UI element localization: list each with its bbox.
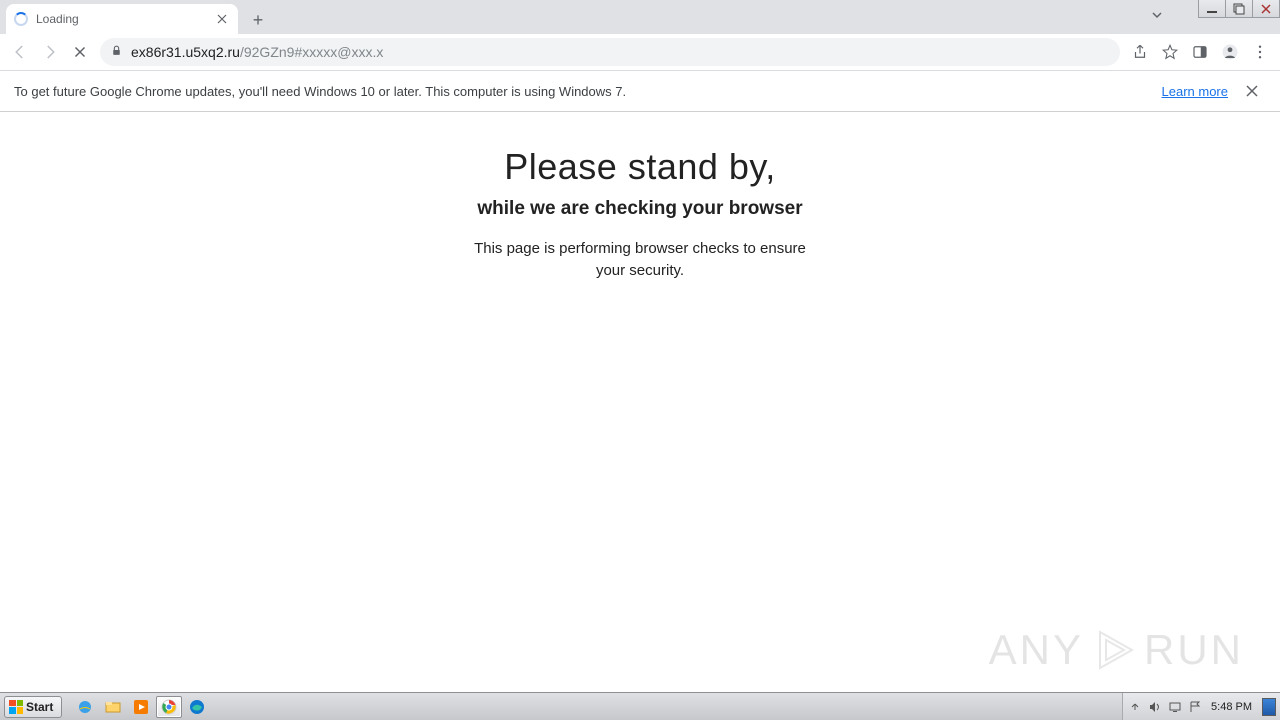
tray-devices-icon[interactable] <box>1167 699 1183 715</box>
infobar-close-button[interactable] <box>1238 77 1266 105</box>
tray-clock[interactable]: 5:48 PM <box>1207 701 1256 713</box>
page-content: Please stand by, while we are checking y… <box>0 112 1280 692</box>
forward-button[interactable] <box>36 38 64 66</box>
tab-close-button[interactable] <box>214 11 230 27</box>
window-maximize-button[interactable] <box>1225 0 1253 18</box>
quick-launch <box>72 696 210 718</box>
tab-search-button[interactable] <box>1150 8 1164 27</box>
tray-flag-icon[interactable] <box>1187 699 1203 715</box>
browser-toolbar: ex86r31.u5xq2.ru/92GZn9#xxxxx@xxx.x <box>0 34 1280 71</box>
back-button[interactable] <box>6 38 34 66</box>
taskbar-edge-icon[interactable] <box>184 696 210 718</box>
share-button[interactable] <box>1126 38 1154 66</box>
system-tray: 5:48 PM <box>1122 693 1280 720</box>
taskbar-chrome-icon[interactable] <box>156 696 182 718</box>
watermark-right: RUN <box>1144 626 1244 674</box>
taskbar-explorer-icon[interactable] <box>100 696 126 718</box>
play-icon <box>1090 626 1138 674</box>
stop-reload-button[interactable] <box>66 38 94 66</box>
window-minimize-button[interactable] <box>1198 0 1226 18</box>
infobar-message: To get future Google Chrome updates, you… <box>14 84 626 99</box>
windows-logo-icon <box>9 700 23 714</box>
browser-tab[interactable]: Loading <box>6 4 238 34</box>
address-bar[interactable]: ex86r31.u5xq2.ru/92GZn9#xxxxx@xxx.x <box>100 38 1120 66</box>
taskbar-ie-icon[interactable] <box>72 696 98 718</box>
show-desktop-button[interactable] <box>1262 698 1276 716</box>
tab-strip: Loading + <box>0 0 1280 34</box>
url-text: ex86r31.u5xq2.ru/92GZn9#xxxxx@xxx.x <box>131 44 383 60</box>
taskbar-media-icon[interactable] <box>128 696 154 718</box>
update-infobar: To get future Google Chrome updates, you… <box>0 71 1280 112</box>
url-host: ex86r31.u5xq2.ru <box>131 44 240 60</box>
page-body: This page is performing browser checks t… <box>460 238 820 282</box>
lock-icon <box>110 44 123 60</box>
tray-volume-icon[interactable] <box>1147 699 1163 715</box>
page-heading: Please stand by, <box>504 146 776 188</box>
start-button[interactable]: Start <box>4 696 62 718</box>
profile-button[interactable] <box>1216 38 1244 66</box>
anyrun-watermark: ANY RUN <box>989 626 1244 674</box>
bookmark-button[interactable] <box>1156 38 1184 66</box>
windows-taskbar: Start 5:48 PM <box>0 692 1280 720</box>
side-panel-button[interactable] <box>1186 38 1214 66</box>
watermark-left: ANY <box>989 626 1084 674</box>
window-close-button[interactable] <box>1252 0 1280 18</box>
window-controls <box>1199 0 1280 18</box>
tab-title: Loading <box>36 12 79 26</box>
start-label: Start <box>26 700 53 714</box>
loading-spinner-icon <box>14 12 28 26</box>
learn-more-link[interactable]: Learn more <box>1162 84 1228 99</box>
chrome-menu-button[interactable] <box>1246 38 1274 66</box>
tray-expand-icon[interactable] <box>1127 699 1143 715</box>
url-path: /92GZn9#xxxxx@xxx.x <box>240 44 383 60</box>
new-tab-button[interactable]: + <box>244 6 272 34</box>
page-subheading: while we are checking your browser <box>477 198 802 220</box>
